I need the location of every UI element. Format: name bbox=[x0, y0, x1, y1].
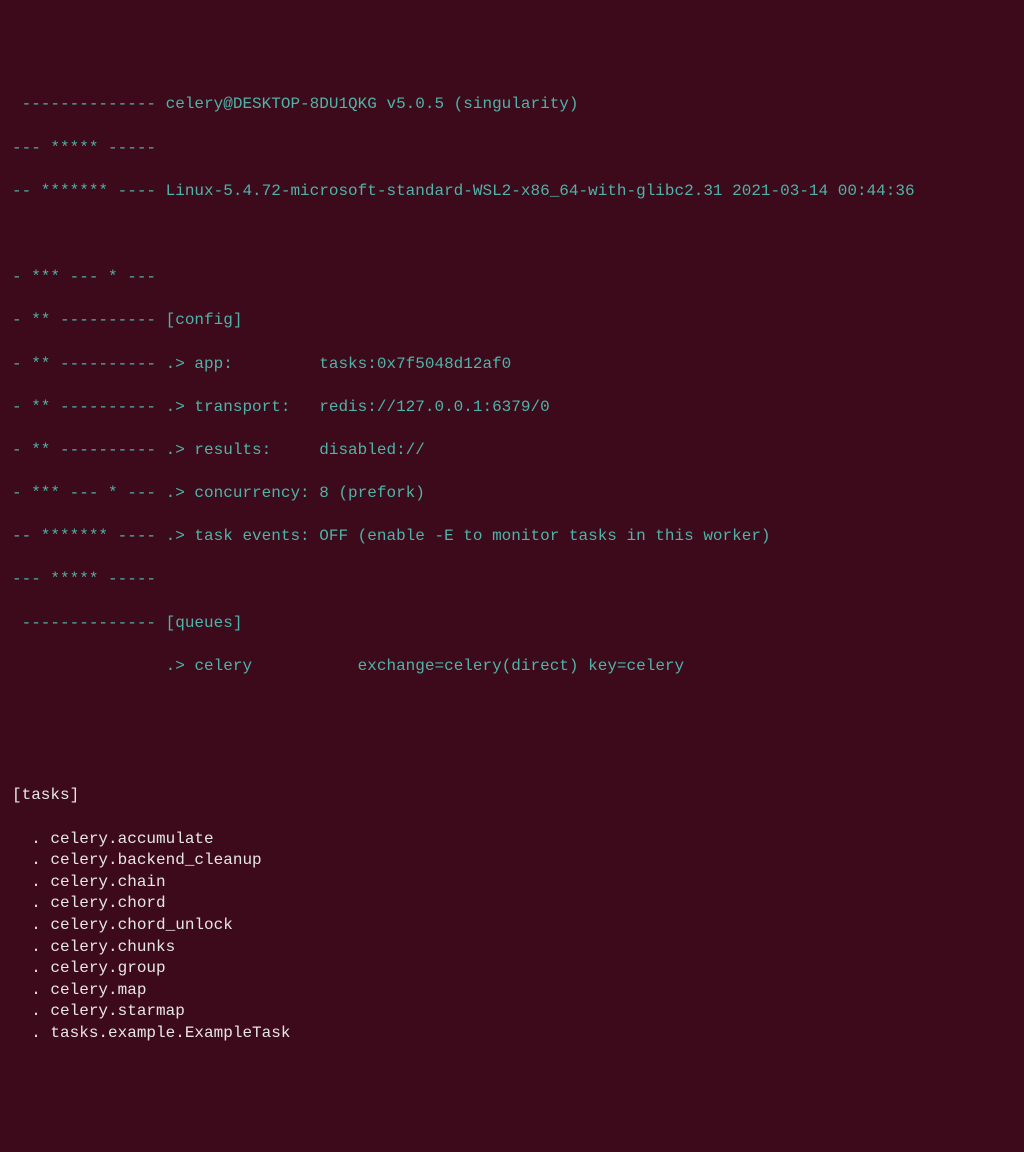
banner-line-3: -- ******* ---- Linux-5.4.72-microsoft-s… bbox=[12, 181, 1012, 203]
config-transport-value: redis://127.0.0.1:6379/0 bbox=[319, 398, 549, 416]
task-list: . celery.accumulate . celery.backend_cle… bbox=[12, 829, 1012, 1045]
ascii-art: - *** --- * --- bbox=[12, 267, 1012, 289]
ascii-art: -------------- bbox=[12, 95, 166, 113]
task-item: . celery.backend_cleanup bbox=[12, 850, 1012, 872]
task-item: . celery.accumulate bbox=[12, 829, 1012, 851]
worker-id: celery@DESKTOP-8DU1QKG v5.0.5 (singulari… bbox=[166, 95, 579, 113]
platform-info: Linux-5.4.72-microsoft-standard-WSL2-x86… bbox=[166, 182, 915, 200]
queue-name: celery bbox=[194, 657, 357, 675]
queue-detail: exchange=celery(direct) key=celery bbox=[358, 657, 684, 675]
task-item: . celery.group bbox=[12, 958, 1012, 980]
banner-line-1: -------------- celery@DESKTOP-8DU1QKG v5… bbox=[12, 94, 1012, 116]
ascii-art: --- ***** ----- bbox=[12, 138, 1012, 160]
config-events-label: -- ******* ---- .> task events: bbox=[12, 527, 319, 545]
queue-indent: .> bbox=[12, 657, 194, 675]
task-item: . celery.map bbox=[12, 980, 1012, 1002]
config-results-value: disabled:// bbox=[319, 441, 425, 459]
config-results-label: - ** ---------- .> results: bbox=[12, 441, 319, 459]
blank-line bbox=[12, 224, 1012, 246]
task-item: . celery.chunks bbox=[12, 937, 1012, 959]
config-transport-label: - ** ---------- .> transport: bbox=[12, 398, 319, 416]
ascii-art: - ** ---------- bbox=[12, 311, 166, 329]
blank-line bbox=[12, 742, 1012, 764]
task-item: . celery.chord bbox=[12, 893, 1012, 915]
config-events-value: OFF (enable -E to monitor tasks in this … bbox=[319, 527, 770, 545]
config-concurrency-label: - *** --- * --- .> concurrency: bbox=[12, 484, 319, 502]
queues-header: [queues] bbox=[166, 614, 243, 632]
config-results-line: - ** ---------- .> results: disabled:// bbox=[12, 440, 1012, 462]
config-app-value: tasks:0x7f5048d12af0 bbox=[319, 355, 511, 373]
queues-header-line: -------------- [queues] bbox=[12, 613, 1012, 635]
ascii-art: -- ******* ---- bbox=[12, 182, 166, 200]
config-app-label: - ** ---------- .> app: bbox=[12, 355, 319, 373]
queue-entry: .> celery exchange=celery(direct) key=ce… bbox=[12, 656, 1012, 678]
task-item: . celery.starmap bbox=[12, 1001, 1012, 1023]
ascii-art: -------------- bbox=[12, 614, 166, 632]
config-app-line: - ** ---------- .> app: tasks:0x7f5048d1… bbox=[12, 354, 1012, 376]
config-events-line: -- ******* ---- .> task events: OFF (ena… bbox=[12, 526, 1012, 548]
task-item: . celery.chain bbox=[12, 872, 1012, 894]
config-header: [config] bbox=[166, 311, 243, 329]
blank-line bbox=[12, 699, 1012, 721]
config-concurrency-value: 8 (prefork) bbox=[319, 484, 425, 502]
ascii-art: --- ***** ----- bbox=[12, 569, 1012, 591]
config-header-line: - ** ---------- [config] bbox=[12, 310, 1012, 332]
config-concurrency-line: - *** --- * --- .> concurrency: 8 (prefo… bbox=[12, 483, 1012, 505]
task-item: . celery.chord_unlock bbox=[12, 915, 1012, 937]
config-transport-line: - ** ---------- .> transport: redis://12… bbox=[12, 397, 1012, 419]
task-item: . tasks.example.ExampleTask bbox=[12, 1023, 1012, 1045]
tasks-header: [tasks] bbox=[12, 785, 1012, 807]
